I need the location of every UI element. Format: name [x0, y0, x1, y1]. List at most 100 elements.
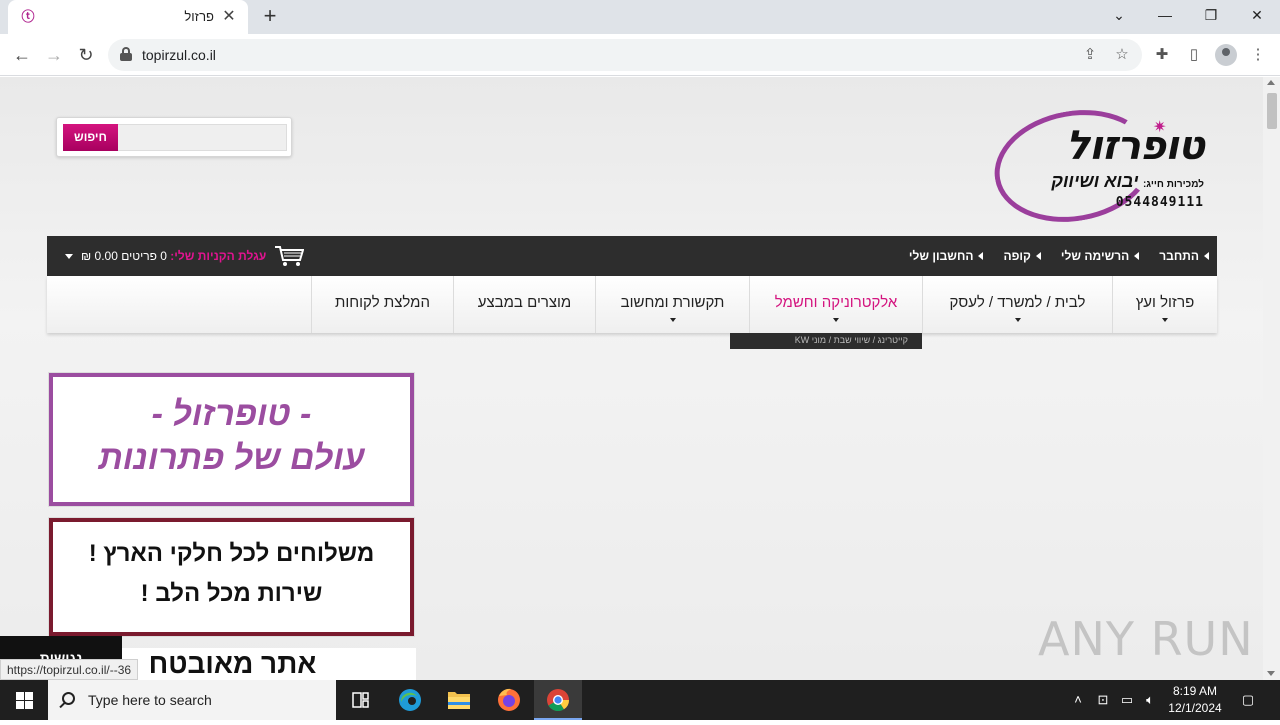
edge-browser-icon[interactable] — [386, 680, 434, 720]
browser-menu-icon[interactable]: ⋮ — [1247, 44, 1269, 66]
account-bar: החשבון שלי קופה הרשימה שלי התחבר עגלת הק… — [47, 236, 1217, 276]
nav-item-label: מוצרים במבצע — [477, 294, 572, 311]
file-explorer-icon[interactable] — [435, 680, 483, 720]
cart-label: עגלת הקניות שלי: — [170, 249, 267, 263]
minimize-button[interactable]: — — [1142, 0, 1188, 30]
back-arrow-icon[interactable]: ← — [8, 41, 36, 69]
tray-overflow-chevron-icon[interactable]: ˄ — [1068, 680, 1088, 720]
forward-arrow-icon[interactable]: → — [40, 41, 68, 69]
tab-close-icon[interactable]: ✕ — [220, 8, 238, 26]
cart-total: 0.00 ₪ — [81, 249, 118, 263]
search-icon — [62, 692, 75, 705]
clock-time: 8:19 AM — [1172, 684, 1218, 698]
site-favicon-icon: ⓣ — [21, 9, 35, 24]
my-account-link[interactable]: החשבון שלי — [909, 249, 984, 263]
network-icon[interactable]: ▭ — [1117, 680, 1137, 720]
volume-icon[interactable]: 🔈︎ — [1140, 680, 1160, 720]
url-text[interactable]: topirzul.co.il — [142, 47, 216, 63]
tab-strip: ⓣ פרזול ✕ + ⌄ — ❐ ✕ — [0, 0, 1280, 34]
extensions-puzzle-icon[interactable]: ✚ — [1151, 44, 1173, 66]
search-input[interactable] — [117, 124, 287, 151]
firefox-icon[interactable] — [485, 680, 533, 720]
nav-item-home-office-business[interactable]: לבית / למשרד / לעסק — [922, 276, 1112, 333]
site-search: חיפוש — [56, 117, 292, 157]
clock-date: 12/1/2024 — [1168, 701, 1222, 715]
checkout-label: קופה — [1003, 249, 1031, 263]
tab-title: פרזול — [184, 9, 214, 24]
nav-item-electronics[interactable]: אלקטרוניקה וחשמל — [749, 276, 922, 333]
login-label: התחבר — [1159, 249, 1199, 263]
dropdown-caret-icon — [1162, 318, 1168, 322]
tray-device-icon[interactable]: ⊡ — [1093, 680, 1113, 720]
scroll-up-icon[interactable] — [1267, 80, 1275, 85]
banner-brand-title: - טופרזול - — [151, 395, 312, 433]
side-panel-icon[interactable]: ▯ — [1183, 44, 1205, 66]
scroll-down-icon[interactable] — [1267, 671, 1275, 676]
notifications-icon[interactable]: ▢ — [1236, 680, 1260, 720]
cart-text: עגלת הקניות שלי: 0 פריטים 0.00 ₪ — [81, 249, 266, 263]
profile-avatar-icon[interactable] — [1215, 44, 1237, 66]
nav-item-sale[interactable]: מוצרים במבצע — [453, 276, 595, 333]
dropdown-caret-icon — [669, 318, 676, 322]
logo-sales-label: למכירות חייג: — [1142, 179, 1204, 190]
windows-start-icon[interactable] — [0, 680, 48, 720]
nav-item-hardware-wood[interactable]: פרזול ועץ — [1112, 276, 1217, 333]
new-tab-button[interactable]: + — [258, 4, 282, 28]
nav-item-label: אלקטרוניקה וחשמל — [774, 294, 898, 311]
nav-item-label: לבית / למשרד / לעסק — [949, 294, 1086, 311]
arrow-left-icon — [1204, 252, 1209, 260]
taskbar-search[interactable]: Type here to search — [48, 680, 336, 720]
arrow-left-icon — [978, 252, 984, 260]
system-clock[interactable]: 8:19 AM 12/1/2024 — [1160, 683, 1230, 717]
logo-phone: 0544849111 — [1115, 195, 1204, 210]
browser-tab[interactable]: ⓣ פרזול ✕ — [8, 0, 248, 34]
nav-item-label: פרזול ועץ — [1135, 294, 1195, 311]
scroll-thumb[interactable] — [1267, 93, 1277, 129]
window-close-button[interactable]: ✕ — [1234, 0, 1280, 30]
account-links: החשבון שלי קופה הרשימה שלי התחבר — [909, 236, 1209, 276]
arrow-left-icon — [1134, 252, 1140, 260]
cart-items: 0 פריטים — [121, 249, 167, 263]
arrow-left-icon — [1035, 252, 1041, 260]
main-navigation: פרזול ועץ לבית / למשרד / לעסק אלקטרוניקה… — [47, 276, 1217, 333]
cart-summary[interactable]: עגלת הקניות שלי: 0 פריטים 0.00 ₪ — [65, 236, 305, 276]
logo-tagline: יבוא ושיווק — [1051, 171, 1139, 191]
taskbar-search-placeholder: Type here to search — [88, 692, 212, 708]
checkout-link[interactable]: קופה — [1003, 249, 1041, 263]
task-view-icon[interactable] — [336, 680, 384, 720]
watermark-text: ANY RUN — [1038, 612, 1254, 666]
dropdown-caret-icon — [1014, 318, 1021, 322]
cart-dropdown-icon — [65, 253, 73, 259]
page-viewport: חיפוש ✷ טופרזול למכירות חייג: יבוא ושיוו… — [0, 77, 1263, 680]
nav-item-testimonials[interactable]: המלצת לקוחות — [311, 276, 453, 333]
restore-button[interactable]: ❐ — [1188, 0, 1234, 30]
banner-brand-slogan: עולם של פתרונות — [98, 439, 365, 477]
shopping-cart-icon — [275, 246, 305, 266]
wishlist-link[interactable]: הרשימה שלי — [1060, 249, 1140, 263]
banner-shipping[interactable]: משלוחים לכל חלקי הארץ ! שירות מכל הלב ! — [48, 517, 415, 637]
page-scrollbar[interactable] — [1263, 77, 1280, 680]
submenu-popup[interactable]: קייטרינג / שיווי שבת / מוני KW — [730, 333, 922, 349]
nav-item-label: תקשורת ומחשוב — [620, 294, 725, 311]
windows-taskbar: Type here to search ˄ ⊡ ▭ 🔈︎ 8:19 AM 12/… — [0, 680, 1280, 720]
bookmark-star-icon[interactable]: ☆ — [1112, 45, 1132, 65]
nav-item-label: המלצת לקוחות — [335, 294, 430, 311]
banner-shipping-line1: משלוחים לכל חלקי הארץ ! — [88, 540, 375, 567]
logo-brand: טופרזול — [1065, 123, 1205, 169]
search-button[interactable]: חיפוש — [63, 124, 118, 151]
anyrun-watermark: ANY RUN — [1038, 607, 1254, 671]
wishlist-label: הרשימה שלי — [1060, 249, 1130, 263]
reload-icon[interactable]: ↻ — [72, 41, 100, 69]
chrome-icon[interactable] — [534, 680, 582, 720]
address-bar[interactable]: topirzul.co.il ⇪ ☆ — [108, 39, 1142, 71]
tab-search-chevron-icon[interactable]: ⌄ — [1096, 0, 1142, 30]
site-logo[interactable]: ✷ טופרזול למכירות חייג: יבוא ושיווק 0544… — [985, 97, 1210, 235]
dropdown-caret-icon — [833, 318, 839, 322]
nav-item-communication-computing[interactable]: תקשורת ומחשוב — [595, 276, 749, 333]
browser-toolbar: ← → ↻ topirzul.co.il ⇪ ☆ ✚ ▯ ⋮ — [0, 34, 1280, 76]
share-icon[interactable]: ⇪ — [1080, 45, 1100, 65]
banner-brand[interactable]: - טופרזול - עולם של פתרונות — [48, 372, 415, 507]
login-link[interactable]: התחבר — [1159, 249, 1209, 263]
status-bar-link: https://topirzul.co.il/--36 — [0, 659, 139, 680]
logo-subtitle: למכירות חייג: יבוא ושיווק — [1051, 171, 1204, 192]
